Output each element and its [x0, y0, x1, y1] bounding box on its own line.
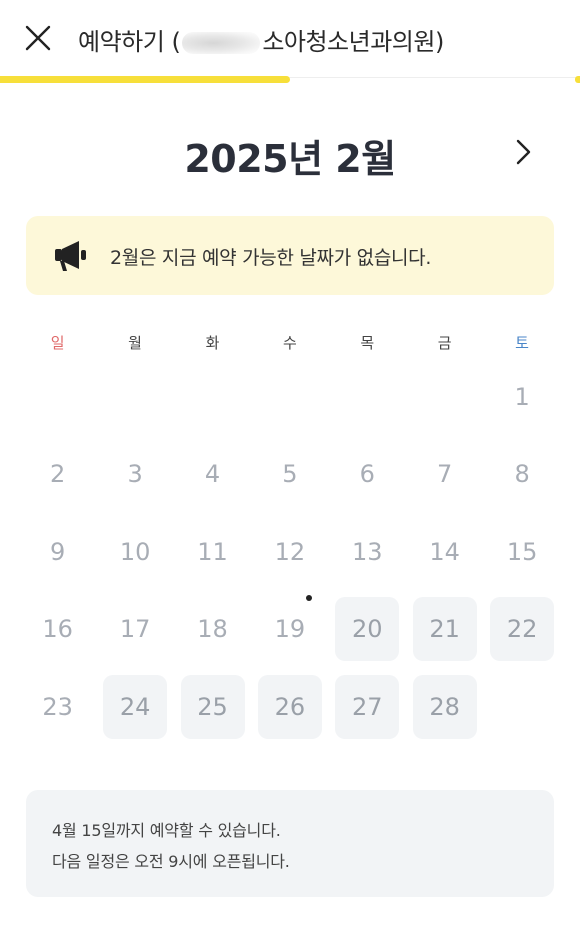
unavailable-day-cell: 14 [429, 537, 460, 566]
calendar-week-row: 23 24 25 26 27 28 [19, 669, 561, 746]
available-day-cell[interactable]: 20 [335, 597, 400, 662]
weekday-label: 월 [128, 334, 142, 352]
unavailable-day-cell: 17 [119, 615, 151, 644]
unavailable-day-cell: 8 [514, 460, 530, 489]
chevron-right-icon [516, 139, 531, 165]
calendar-week-row: 1 [19, 359, 561, 436]
calendar-week-row: 16 17 18 19 20 21 22 [19, 591, 561, 668]
unavailable-day-cell: 4 [204, 460, 221, 489]
close-button[interactable] [18, 18, 58, 58]
unavailable-day-cell: 23 [42, 692, 73, 721]
available-day-cell[interactable]: 24 [103, 674, 168, 739]
unavailable-day-cell: 7 [437, 460, 453, 489]
close-icon [25, 25, 51, 51]
unavailable-day-cell: 11 [197, 537, 228, 566]
info-line-2: 다음 일정은 오전 9시에 오픈됩니다. [52, 852, 290, 871]
unavailable-day-cell: 6 [359, 460, 375, 489]
available-day-cell[interactable]: 26 [257, 674, 322, 739]
unavailable-day-cell: 19 [274, 615, 306, 644]
unavailable-day-cell: 18 [197, 615, 228, 644]
weekday-label: 화 [205, 334, 220, 352]
weekday-label: 금 [437, 334, 452, 352]
progress-fill [0, 76, 290, 83]
unavailable-day-cell: 12 [274, 537, 306, 566]
megaphone-icon [55, 241, 86, 271]
unavailable-day-cell: 3 [127, 460, 143, 489]
page-title: 예약하기 ( 소아청소년과의원) [78, 22, 444, 57]
available-day-cell[interactable]: 28 [412, 674, 477, 739]
page-title-prefix: 예약하기 ( [78, 28, 181, 56]
notice-text: 2월은 지금 예약 가능한 날짜가 없습니다. [110, 247, 432, 269]
weekday-header: 일월화수목금토 [19, 332, 561, 353]
available-day-cell[interactable]: 27 [335, 674, 400, 739]
header: 예약하기 ( 소아청소년과의원) [0, 0, 580, 78]
available-day-cell[interactable]: 25 [180, 674, 245, 739]
notice-banner: 2월은 지금 예약 가능한 날짜가 없습니다. [26, 216, 554, 295]
calendar-week-row: 9 10 11 12 13 14 15 [19, 514, 561, 591]
weekday-label: 토 [515, 334, 529, 352]
info-line-1: 4월 15일까지 예약할 수 있습니다. [52, 821, 281, 840]
unavailable-day-cell: 16 [42, 615, 73, 644]
page-title-suffix: 소아청소년과의원) [262, 28, 444, 56]
unavailable-day-cell: 5 [282, 460, 298, 489]
progress-end-marker [575, 76, 580, 83]
available-day-cell[interactable]: 21 [412, 597, 477, 662]
month-title: 2025년 2월 [184, 137, 396, 181]
redacted-blur [182, 32, 261, 54]
available-day-cell[interactable]: 22 [490, 597, 555, 662]
weekday-label: 목 [360, 334, 375, 352]
unavailable-day-cell: 1 [514, 383, 530, 411]
unavailable-day-cell: 2 [50, 460, 66, 489]
progress-bar [0, 76, 580, 84]
weekday-label: 수 [282, 334, 297, 352]
calendar-week-row: 2 3 4 5 6 7 8 [19, 436, 561, 513]
next-month-button[interactable] [505, 133, 543, 171]
info-box: 4월 15일까지 예약할 수 있습니다. 다음 일정은 오전 9시에 오픈됩니다… [26, 790, 554, 897]
unavailable-day-cell: 9 [50, 537, 66, 566]
unavailable-day-cell: 15 [506, 537, 538, 566]
unavailable-day-cell: 13 [352, 537, 383, 566]
unavailable-day-cell: 10 [119, 537, 151, 566]
weekday-label: 일 [50, 334, 65, 352]
